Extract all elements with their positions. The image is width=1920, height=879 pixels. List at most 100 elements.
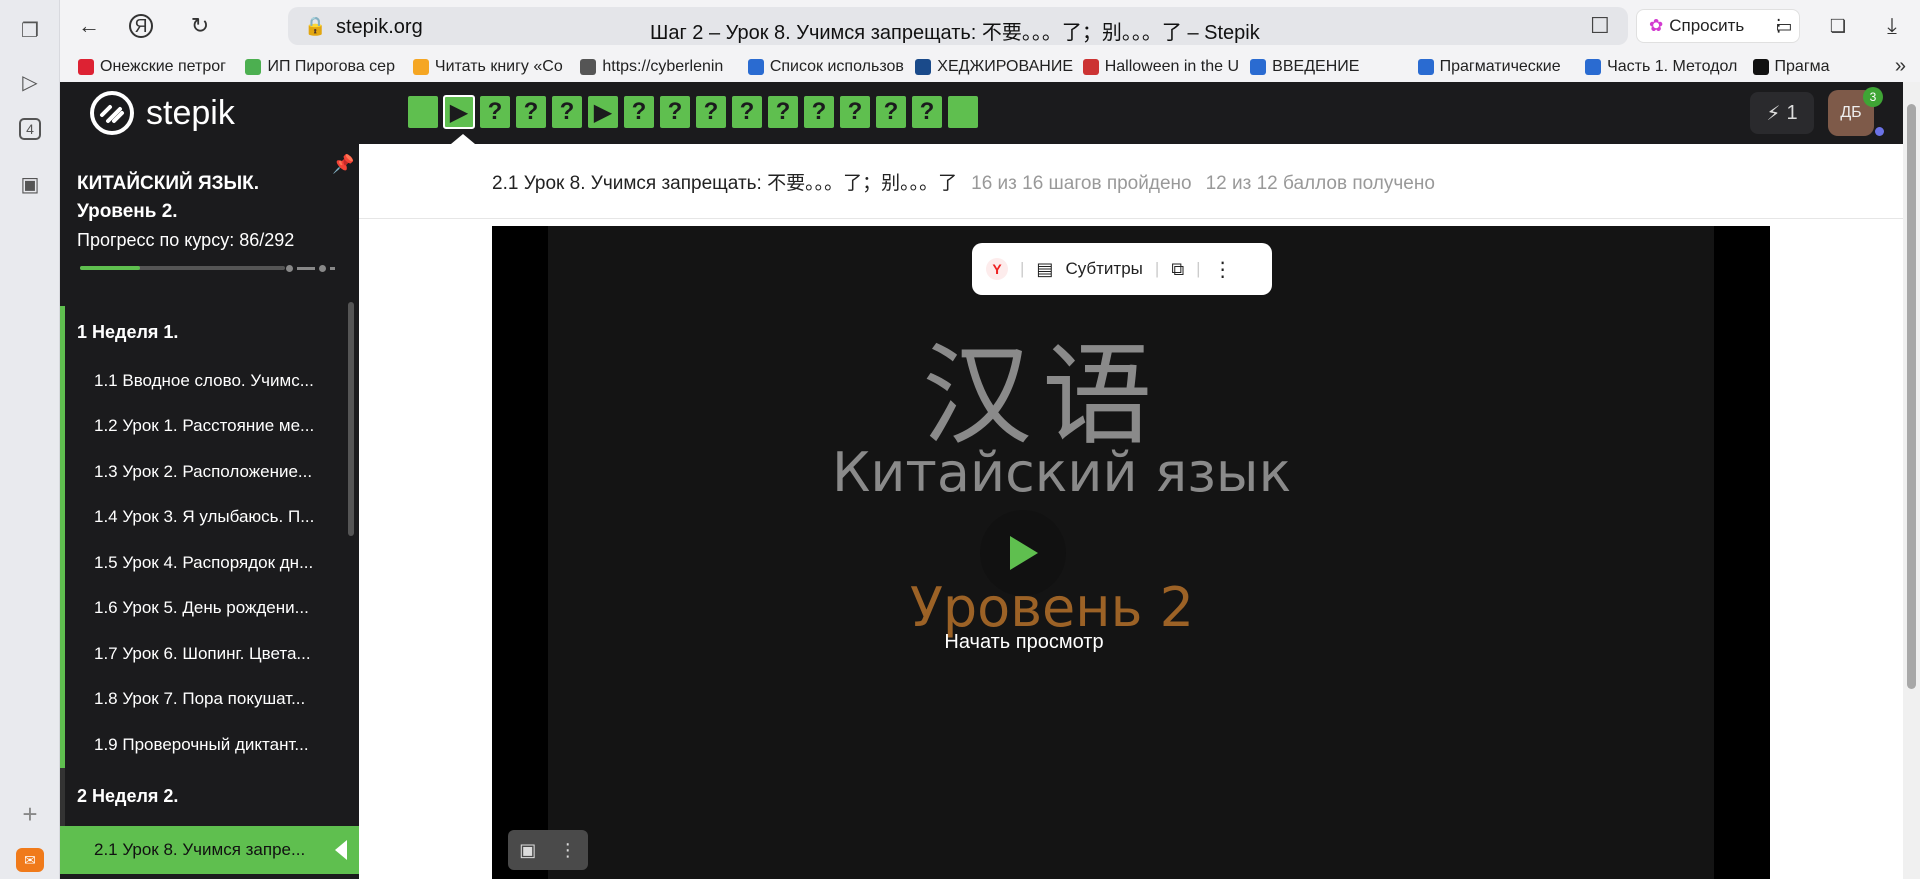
scrollbar-thumb[interactable] xyxy=(1907,104,1916,689)
step-button[interactable]: ? xyxy=(876,96,906,128)
bookmark-favicon-icon xyxy=(580,59,597,75)
toc-item-active-label: 2.1 Урок 8. Учимся запре... xyxy=(94,839,306,859)
stepik-logo-icon xyxy=(90,91,134,135)
step-button[interactable]: ? xyxy=(804,96,834,128)
step-button[interactable]: ? xyxy=(552,96,582,128)
page-title: Шаг 2 – Урок 8. Учимся запрещать: 不要。。。了… xyxy=(650,22,1260,44)
logo-text: stepik xyxy=(146,93,235,132)
toc-item-active[interactable]: 2.1 Урок 8. Учимся запре... xyxy=(60,825,359,874)
step-button[interactable]: ▶ xyxy=(443,95,475,129)
bookmark-label: Halloween in the U xyxy=(1104,58,1240,75)
toc-item[interactable]: 1.1 Вводное слово. Учимс... xyxy=(60,358,359,404)
yandex-y-icon[interactable]: Y xyxy=(986,258,1008,280)
stepik-logo[interactable]: stepik xyxy=(90,90,235,136)
step-button[interactable] xyxy=(408,96,438,128)
back-icon[interactable]: ← xyxy=(73,10,105,42)
bookmark-item[interactable]: ИП Пирогова сер xyxy=(245,58,412,76)
mail-icon[interactable]: ✉ xyxy=(16,848,44,872)
subtitles-button[interactable]: Субтитры xyxy=(1065,259,1142,279)
camera-icon[interactable]: ▣ xyxy=(519,840,536,861)
bookmark-item[interactable]: Онежские петрог xyxy=(78,58,245,76)
reload-icon[interactable]: ↻ xyxy=(184,10,216,42)
yandex-icon[interactable]: Я xyxy=(129,14,153,38)
step-button[interactable]: ? xyxy=(912,96,942,128)
bookmark-favicon-icon xyxy=(747,59,764,75)
toc-item[interactable]: 1.5 Урок 4. Распорядок дн... xyxy=(60,540,359,586)
energy-badge[interactable]: ⚡ 1 xyxy=(1750,92,1814,134)
step-button[interactable]: ? xyxy=(768,96,798,128)
bookmarks-overflow-icon[interactable]: » xyxy=(1895,55,1906,78)
video-toolbar: Y | ▤ Субтитры | ⧉ | ⋮ xyxy=(972,243,1272,295)
ask-label: Спросить xyxy=(1669,16,1745,35)
video-title: Китайский язык xyxy=(832,441,1292,504)
bookmark-item[interactable]: Halloween in the U xyxy=(1082,58,1250,76)
course-title[interactable]: КИТАЙСКИЙ ЯЗЫК. Уровень 2. xyxy=(77,170,337,226)
step-button[interactable]: ? xyxy=(624,96,654,128)
bookmark-icon[interactable]: ☐ xyxy=(1590,13,1610,39)
ask-icon: ✿ xyxy=(1649,16,1664,35)
start-watching-label[interactable]: Начать просмотр xyxy=(924,631,1124,654)
bookmark-favicon-icon xyxy=(1585,59,1602,75)
step-button[interactable]: ▶ xyxy=(588,96,618,128)
play-button[interactable] xyxy=(980,510,1066,596)
page-scrollbar[interactable] xyxy=(1903,82,1920,879)
add-icon[interactable]: + xyxy=(14,798,46,830)
course-progress-fill xyxy=(80,266,141,270)
toc-item[interactable]: 1.2 Урок 1. Расстояние ме... xyxy=(60,403,359,449)
toc-item[interactable]: 1.6 Урок 5. День рождени... xyxy=(60,585,359,631)
battery-icon[interactable]: ▭ xyxy=(1768,10,1800,42)
toc-scrollbar[interactable] xyxy=(348,302,354,536)
bookmark-label: Онежские петрог xyxy=(100,58,226,75)
bookmark-favicon-icon xyxy=(78,59,94,75)
energy-count: 1 xyxy=(1786,101,1798,124)
toc-item[interactable]: 1.9 Проверочный диктант... xyxy=(60,722,359,768)
tabs-count-icon[interactable]: 4 xyxy=(19,118,41,140)
bookmark-item[interactable]: ВВЕДЕНИЕ xyxy=(1250,58,1417,76)
lesson-title: 2.1 Урок 8. Учимся запрещать: 不要。。。了；别。。… xyxy=(492,173,958,194)
bookmark-label: ИП Пирогова сер xyxy=(267,58,395,75)
bookmark-favicon-icon xyxy=(412,59,429,75)
toc-item[interactable]: 1.7 Урок 6. Шопинг. Цвета... xyxy=(60,631,359,677)
toc-item[interactable]: 1.8 Урок 7. Пора покушат... xyxy=(60,676,359,722)
bookmark-favicon-icon xyxy=(1417,59,1434,75)
toc-item[interactable]: 1.3 Урок 2. Расположение... xyxy=(60,449,359,495)
bookmark-item[interactable]: https://cyberlenin xyxy=(580,58,747,76)
bookmark-label: Прагма xyxy=(1774,58,1830,75)
browser-toolbar: ← Я ↻ 🔒 stepik.org Шаг 2 – Урок 8. Учимс… xyxy=(60,0,1920,52)
toc-week-1[interactable]: 1 Неделя 1. xyxy=(60,306,359,358)
bookmark-item[interactable]: Часть 1. Методол xyxy=(1585,58,1752,76)
toc-week-2[interactable]: 2 Неделя 2. xyxy=(60,767,359,826)
step-button[interactable]: ? xyxy=(516,96,546,128)
bookmark-item[interactable]: Список использов xyxy=(747,58,915,76)
step-button[interactable] xyxy=(948,96,978,128)
step-button[interactable]: ? xyxy=(840,96,870,128)
table-of-contents: 1 Неделя 1. 1.1 Вводное слово. Учимс... 1… xyxy=(60,306,359,874)
collections-icon[interactable]: ❐ xyxy=(14,14,46,46)
play-icon xyxy=(1010,536,1038,570)
address-url[interactable]: stepik.org xyxy=(336,16,423,39)
step-button[interactable]: ? xyxy=(732,96,762,128)
address-bar[interactable]: 🔒 stepik.org Шаг 2 – Урок 8. Учимся запр… xyxy=(288,7,1628,45)
lightning-icon: ⚡ xyxy=(1766,102,1781,125)
status-dot xyxy=(1875,127,1884,136)
screenshot-icon[interactable]: ▣ xyxy=(14,168,46,200)
bookmark-label: Читать книгу «Со xyxy=(434,58,563,75)
bookmark-item[interactable]: Прагматические xyxy=(1417,58,1585,76)
extensions-icon[interactable]: ❏ xyxy=(1822,10,1854,42)
step-button[interactable]: ? xyxy=(660,96,690,128)
more-icon[interactable]: ⋮ xyxy=(1213,257,1233,282)
step-button[interactable]: ? xyxy=(696,96,726,128)
toc-item[interactable]: 1.4 Урок 3. Я улыбаюсь. П... xyxy=(60,494,359,540)
more-icon[interactable]: ⋮ xyxy=(559,840,577,861)
download-icon[interactable]: ⤓ xyxy=(1876,10,1908,42)
notification-badge: 3 xyxy=(1863,87,1883,107)
media-icon[interactable]: ▷ xyxy=(14,66,46,98)
bookmark-label: ХЕДЖИРОВАНИЕ xyxy=(937,58,1074,75)
pip-icon[interactable]: ⧉ xyxy=(1171,259,1184,280)
video-player[interactable]: Y | ▤ Субтитры | ⧉ | ⋮ 汉语 Китайский язык… xyxy=(492,226,1770,879)
bookmark-label: Часть 1. Методол xyxy=(1607,58,1738,75)
step-button[interactable]: ? xyxy=(480,96,510,128)
toc-items: 1.1 Вводное слово. Учимс... 1.2 Урок 1. Р… xyxy=(60,358,359,768)
bookmark-item[interactable]: Читать книгу «Со xyxy=(412,58,580,76)
bookmark-item[interactable]: ХЕДЖИРОВАНИЕ xyxy=(915,58,1082,76)
